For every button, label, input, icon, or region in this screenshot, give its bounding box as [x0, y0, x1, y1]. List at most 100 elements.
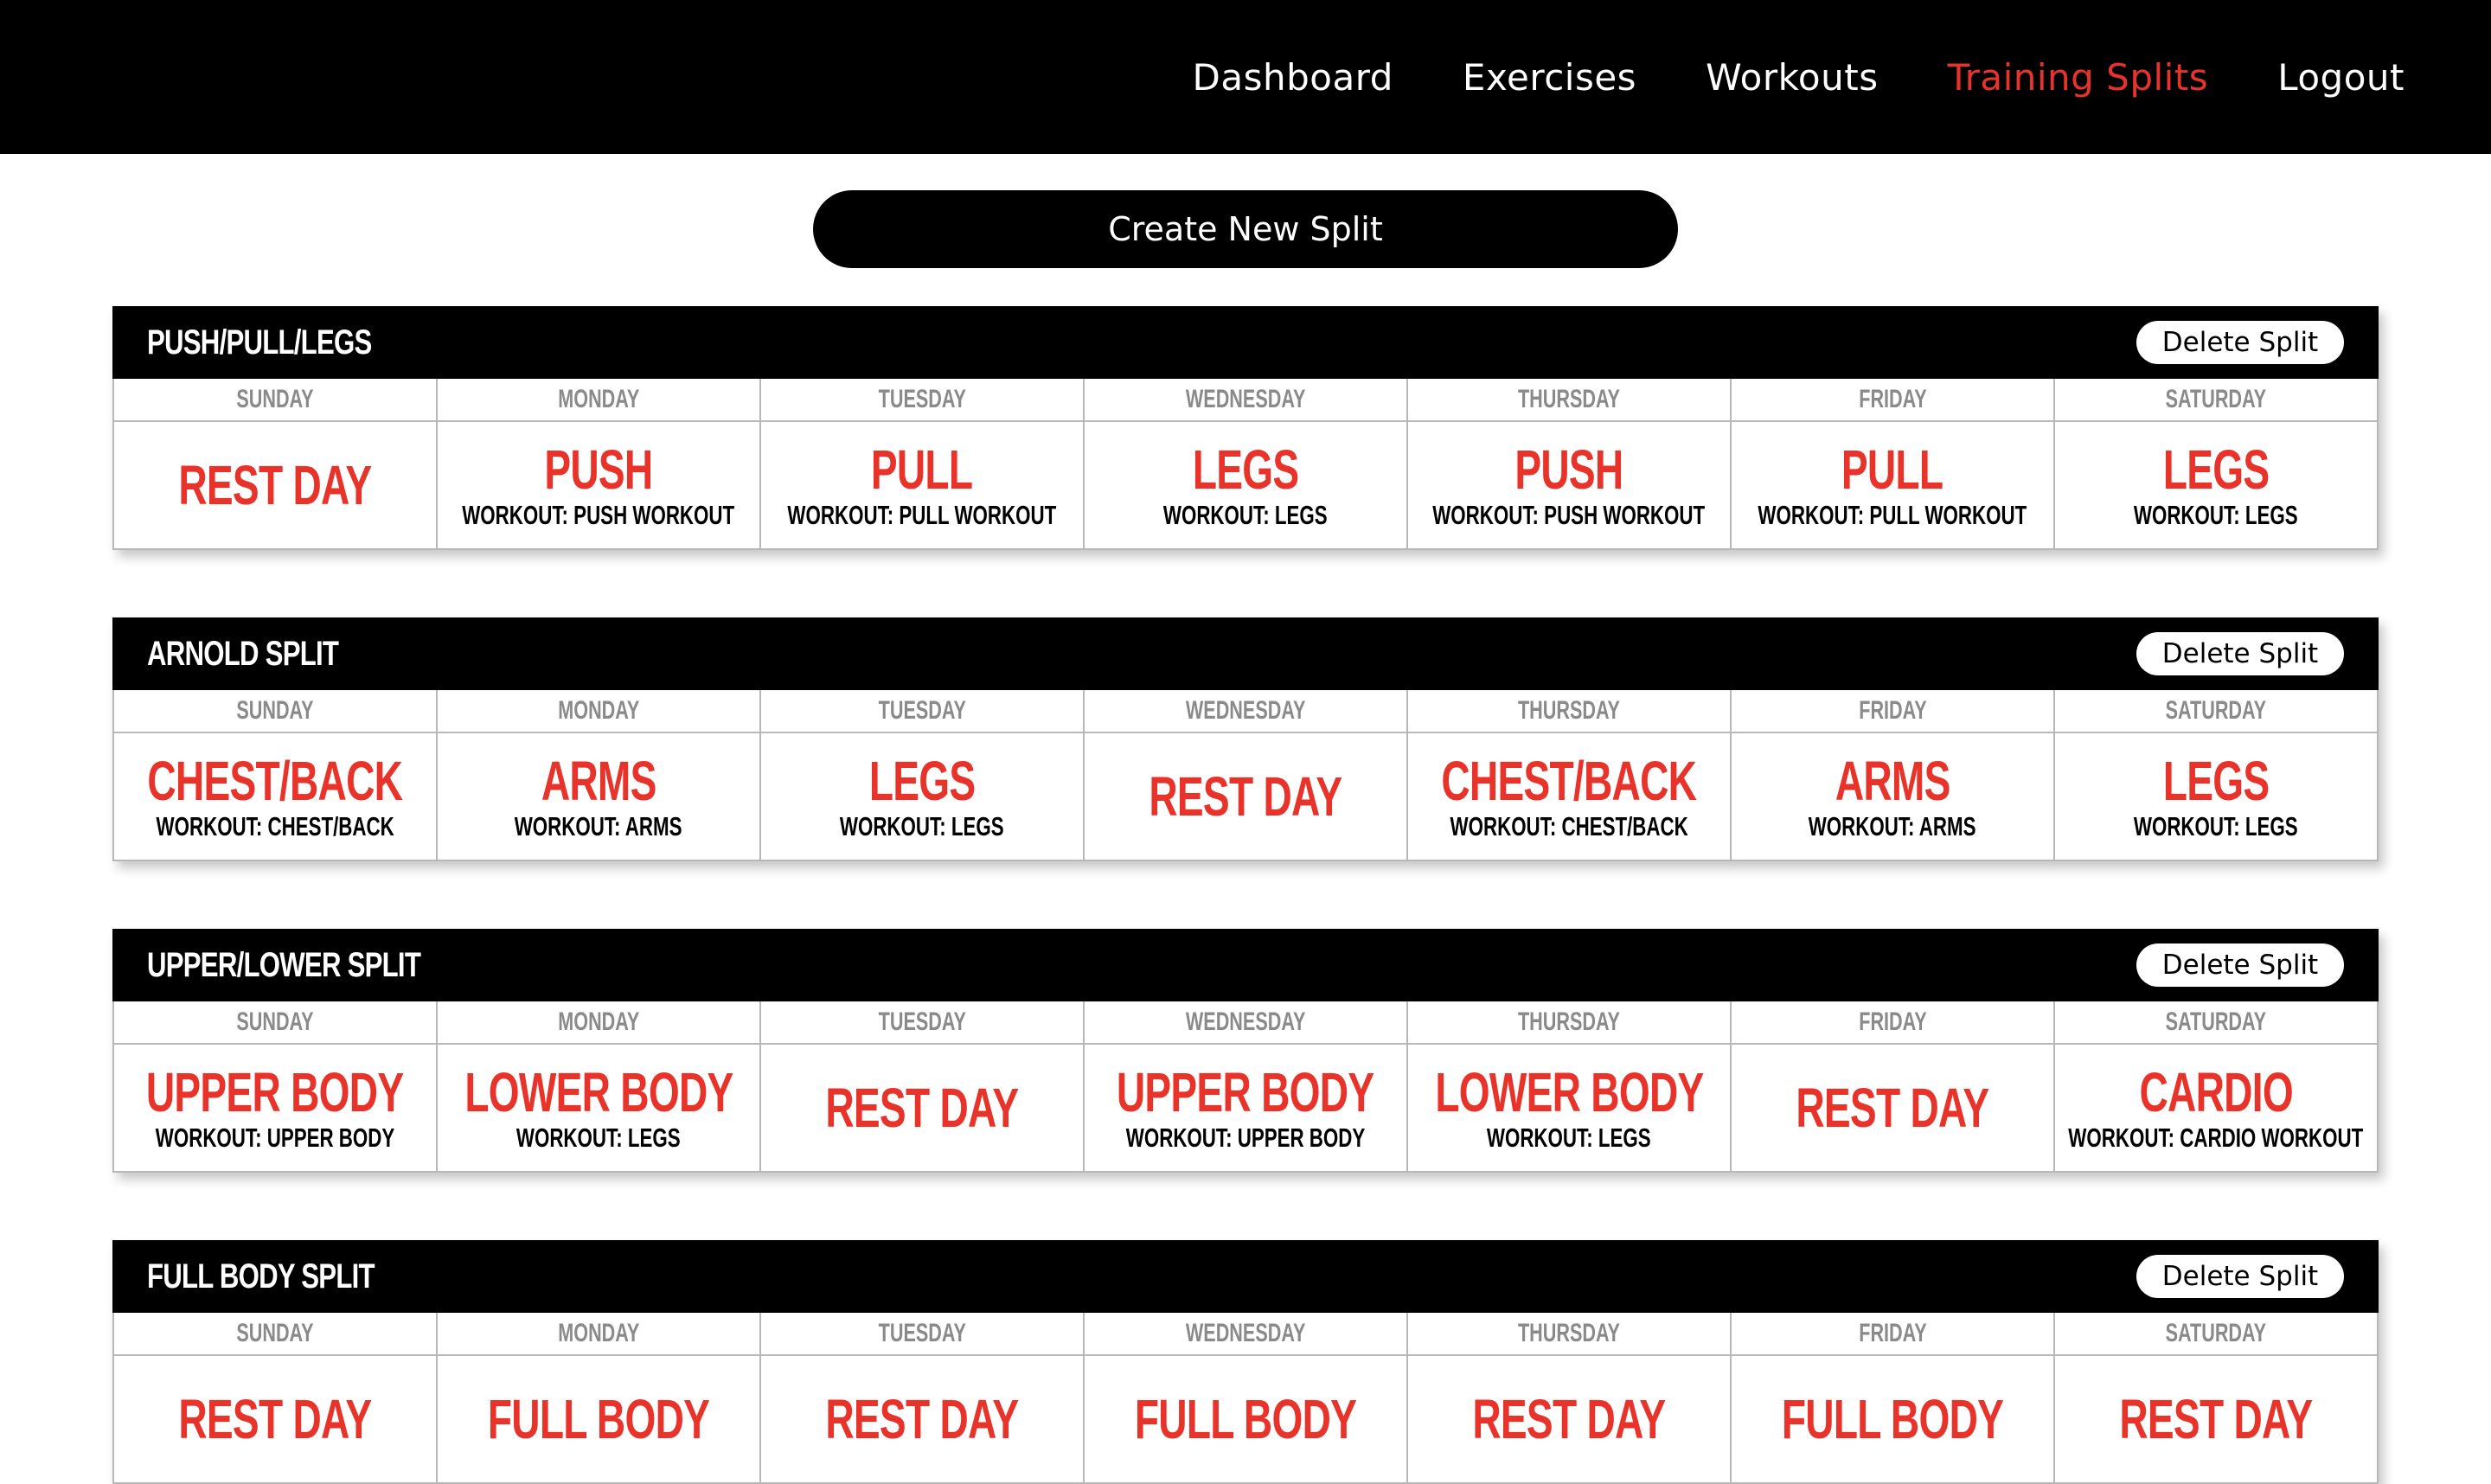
- day-focus-label: FULL BODY: [487, 1388, 710, 1450]
- day-focus-label: REST DAY: [2119, 1388, 2314, 1450]
- day-cell: REST DAY: [1408, 1356, 1732, 1484]
- split-title: FULL BODY SPLIT: [147, 1257, 375, 1295]
- day-cell: REST DAY: [114, 1356, 438, 1484]
- day-name: SUNDAY: [236, 696, 314, 725]
- day-name-cell: SATURDAY: [2055, 1313, 2379, 1356]
- day-workout-label: WORKOUT: CHEST/BACK: [1450, 811, 1688, 841]
- day-workout-label: WORKOUT: ARMS: [515, 811, 682, 841]
- day-cell: REST DAY: [2055, 1356, 2379, 1484]
- day-name: FRIDAY: [1858, 1007, 1927, 1036]
- day-name-cell: TUESDAY: [761, 1001, 1085, 1045]
- day-workout-label: WORKOUT: PUSH WORKOUT: [462, 500, 735, 530]
- delete-split-button[interactable]: Delete Split: [2136, 1255, 2344, 1298]
- day-cell: REST DAY: [114, 422, 438, 550]
- split-week-grid: SUNDAY MONDAY TUESDAY WEDNESDAY THURSDAY FRID…: [112, 690, 2379, 861]
- day-cell: LEGS WORKOUT: LEGS: [2055, 733, 2379, 861]
- nav-dashboard-link[interactable]: Dashboard: [1193, 56, 1393, 99]
- nav-logout-link[interactable]: Logout: [2277, 56, 2405, 99]
- day-focus-label: LOWER BODY: [1434, 1061, 1704, 1123]
- delete-split-button[interactable]: Delete Split: [2136, 321, 2344, 364]
- day-name: WEDNESDAY: [1185, 1007, 1306, 1036]
- split-week-grid: SUNDAY MONDAY TUESDAY WEDNESDAY THURSDAY FRID…: [112, 379, 2379, 550]
- day-workout-label: WORKOUT: UPPER BODY: [155, 1123, 395, 1153]
- day-focus-label: LEGS: [2162, 438, 2270, 501]
- delete-split-button[interactable]: Delete Split: [2136, 943, 2344, 987]
- day-workout-label: WORKOUT: LEGS: [2134, 811, 2298, 841]
- day-cell: LEGS WORKOUT: LEGS: [1085, 422, 1408, 550]
- split-header: PUSH/PULL/LEGS Delete Split: [112, 306, 2379, 379]
- day-workout-label: WORKOUT: ARMS: [1809, 811, 1976, 841]
- day-focus-label: PULL: [1841, 438, 1943, 501]
- day-name-cell: SATURDAY: [2055, 1001, 2379, 1045]
- day-cell: CARDIO WORKOUT: CARDIO WORKOUT: [2055, 1045, 2379, 1173]
- day-workout-label: WORKOUT: LEGS: [1163, 500, 1328, 530]
- day-name-cell: FRIDAY: [1732, 1313, 2055, 1356]
- day-name: FRIDAY: [1858, 1319, 1927, 1347]
- day-name: SATURDAY: [2165, 1319, 2267, 1347]
- day-cell: FULL BODY: [1732, 1356, 2055, 1484]
- day-cell: PUSH WORKOUT: PUSH WORKOUT: [1408, 422, 1732, 550]
- split-card: UPPER/LOWER SPLIT Delete Split SUNDAY MONDA…: [112, 929, 2379, 1173]
- nav-exercises-link[interactable]: Exercises: [1463, 56, 1636, 99]
- split-title: ARNOLD SPLIT: [147, 635, 339, 673]
- day-name: SUNDAY: [236, 1007, 314, 1036]
- nav-training-splits-link[interactable]: Training Splits: [1948, 56, 2209, 99]
- day-focus-label: UPPER BODY: [1117, 1061, 1374, 1123]
- day-workout-label: WORKOUT: PULL WORKOUT: [1758, 500, 2027, 530]
- top-navbar: Dashboard Exercises Workouts Training Sp…: [0, 0, 2491, 154]
- day-name: MONDAY: [557, 696, 640, 725]
- day-name: SATURDAY: [2165, 1007, 2267, 1036]
- day-cell: ARMS WORKOUT: ARMS: [438, 733, 761, 861]
- day-name-cell: MONDAY: [438, 690, 761, 733]
- day-cell: PUSH WORKOUT: PUSH WORKOUT: [438, 422, 761, 550]
- day-name-cell: MONDAY: [438, 1001, 761, 1045]
- create-new-split-button[interactable]: Create New Split: [813, 190, 1678, 268]
- day-cell: REST DAY: [1732, 1045, 2055, 1173]
- day-name: MONDAY: [557, 385, 640, 413]
- day-focus-label: REST DAY: [1796, 1077, 1990, 1139]
- split-header: FULL BODY SPLIT Delete Split: [112, 1240, 2379, 1313]
- day-name: FRIDAY: [1858, 385, 1927, 413]
- split-header: UPPER/LOWER SPLIT Delete Split: [112, 929, 2379, 1001]
- day-cell: UPPER BODY WORKOUT: UPPER BODY: [114, 1045, 438, 1173]
- day-cell: PULL WORKOUT: PULL WORKOUT: [761, 422, 1085, 550]
- day-name-cell: THURSDAY: [1408, 1313, 1732, 1356]
- day-name: THURSDAY: [1517, 1007, 1621, 1036]
- day-name: SUNDAY: [236, 385, 314, 413]
- delete-split-button[interactable]: Delete Split: [2136, 632, 2344, 675]
- day-workout-label: WORKOUT: LEGS: [2134, 500, 2298, 530]
- day-focus-label: LOWER BODY: [464, 1061, 733, 1123]
- nav-links: Dashboard Exercises Workouts Training Sp…: [1193, 0, 2405, 154]
- day-name: TUESDAY: [878, 385, 966, 413]
- day-workout-label: WORKOUT: CARDIO WORKOUT: [2068, 1123, 2364, 1153]
- day-workout-label: WORKOUT: PULL WORKOUT: [787, 500, 1057, 530]
- day-name-cell: FRIDAY: [1732, 379, 2055, 422]
- day-cell: PULL WORKOUT: PULL WORKOUT: [1732, 422, 2055, 550]
- day-focus-label: FULL BODY: [1781, 1388, 2004, 1450]
- day-name-cell: TUESDAY: [761, 1313, 1085, 1356]
- day-name: TUESDAY: [878, 696, 966, 725]
- day-cell: FULL BODY: [438, 1356, 761, 1484]
- day-cell: CHEST/BACK WORKOUT: CHEST/BACK: [114, 733, 438, 861]
- day-name: TUESDAY: [878, 1319, 966, 1347]
- split-week-grid: SUNDAY MONDAY TUESDAY WEDNESDAY THURSDAY FRID…: [112, 1001, 2379, 1173]
- day-name-cell: SUNDAY: [114, 690, 438, 733]
- day-focus-label: REST DAY: [178, 454, 373, 516]
- day-cell: REST DAY: [761, 1045, 1085, 1173]
- day-name: SATURDAY: [2165, 385, 2267, 413]
- day-workout-label: WORKOUT: CHEST/BACK: [156, 811, 394, 841]
- day-name-cell: SUNDAY: [114, 379, 438, 422]
- day-focus-label: REST DAY: [1149, 765, 1343, 828]
- day-focus-label: REST DAY: [1472, 1388, 1667, 1450]
- day-name: THURSDAY: [1517, 1319, 1621, 1347]
- day-cell: REST DAY: [1085, 733, 1408, 861]
- day-name-cell: THURSDAY: [1408, 379, 1732, 422]
- day-focus-label: PUSH: [544, 438, 653, 501]
- nav-workouts-link[interactable]: Workouts: [1706, 56, 1879, 99]
- day-cell: LEGS WORKOUT: LEGS: [2055, 422, 2379, 550]
- day-focus-label: REST DAY: [825, 1077, 1020, 1139]
- day-focus-label: LEGS: [2162, 750, 2270, 812]
- day-name-cell: WEDNESDAY: [1085, 690, 1408, 733]
- day-focus-label: PUSH: [1514, 438, 1623, 501]
- day-workout-label: WORKOUT: UPPER BODY: [1125, 1123, 1366, 1153]
